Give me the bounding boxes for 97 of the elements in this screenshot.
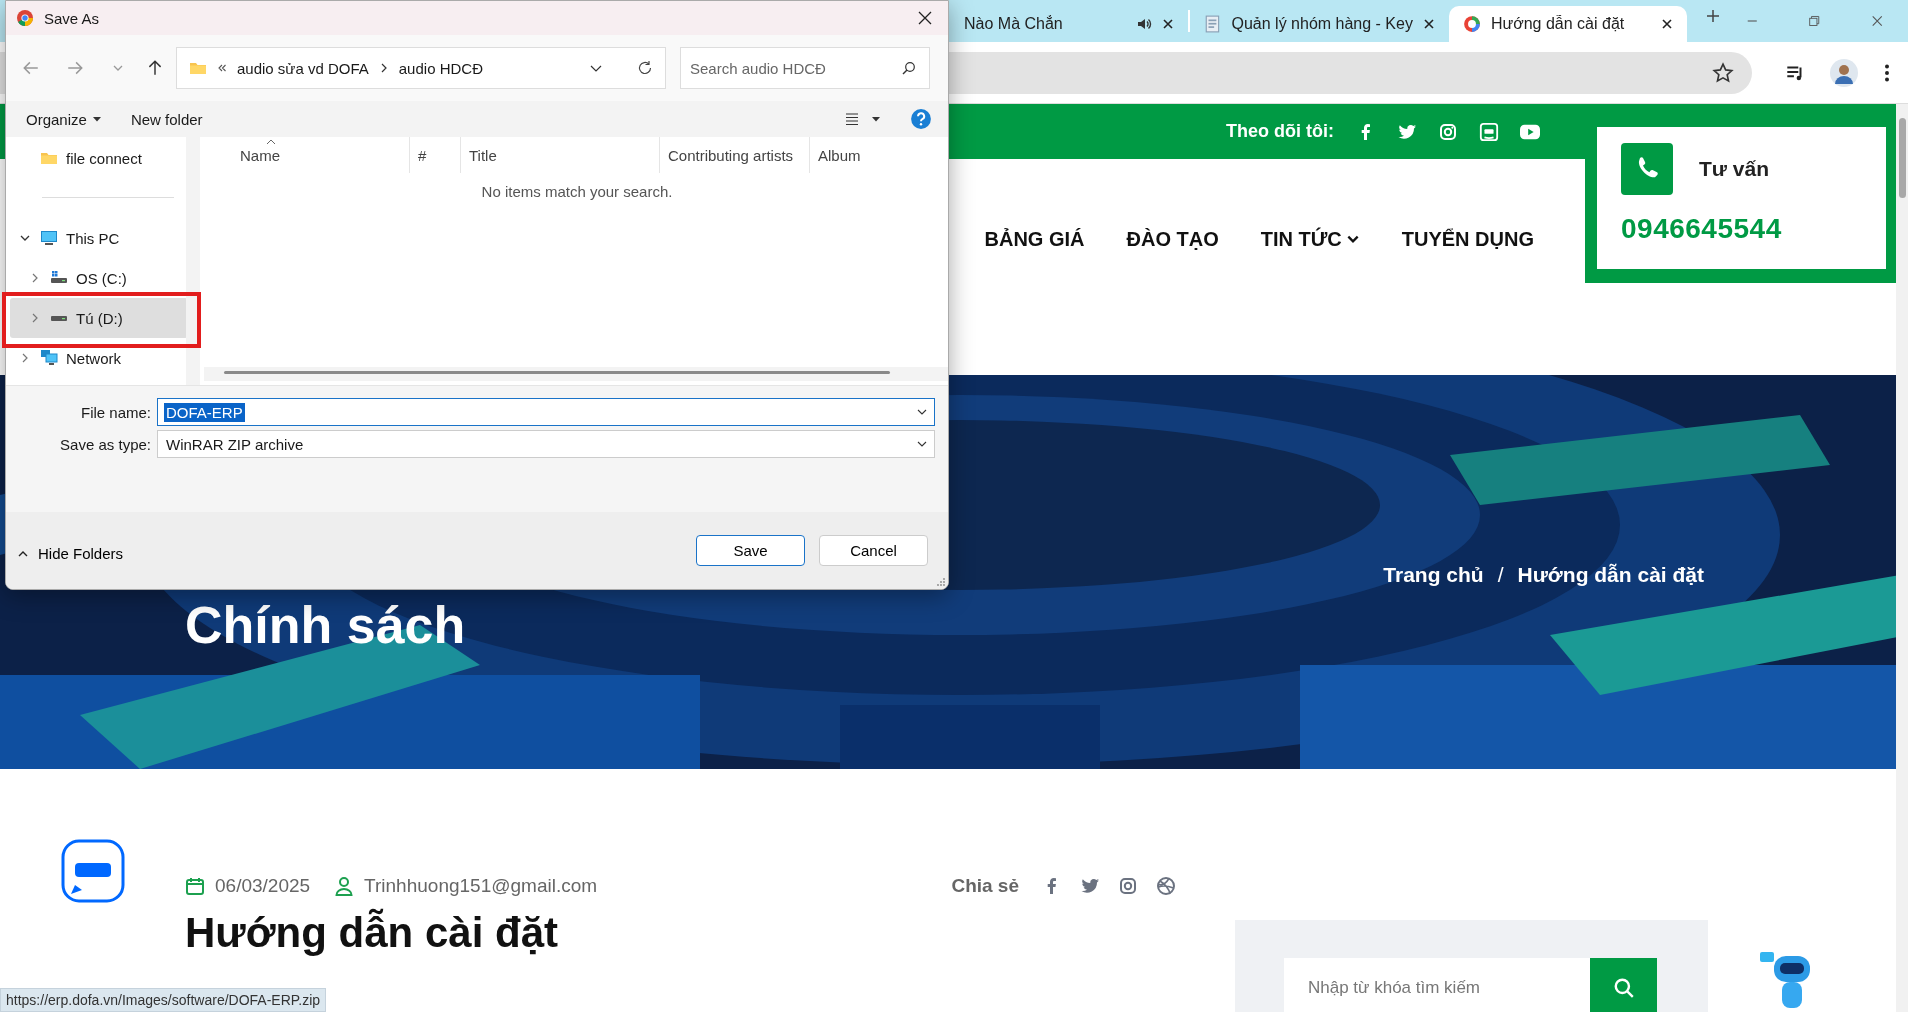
path-segment[interactable]: audio HDCĐ <box>398 59 483 77</box>
document-icon <box>1203 15 1222 33</box>
up-arrow-icon[interactable] <box>146 59 164 77</box>
phone-icon[interactable] <box>1621 143 1673 195</box>
folder-tree-label: Tú (D:) <box>76 309 123 327</box>
tab-title: Nào Mà Chẳn <box>964 15 1064 33</box>
close-icon[interactable] <box>1161 18 1174 30</box>
dialog-title: Save As <box>44 9 100 27</box>
status-bar-url: https://erp.dofa.vn/Images/software/DOFA-ERP.zip <box>0 988 327 1012</box>
close-icon[interactable] <box>1660 18 1673 30</box>
network-icon <box>40 349 58 367</box>
search-icon <box>902 61 916 75</box>
cancel-button[interactable]: Cancel <box>819 535 928 566</box>
chevron-right-icon[interactable] <box>20 353 30 363</box>
folder-tree-item[interactable]: Network <box>10 338 188 378</box>
browser-logo-icon <box>16 9 34 27</box>
column-header[interactable]: Title <box>461 137 660 173</box>
search-field[interactable]: Search audio HDCĐ <box>680 47 930 89</box>
phone-number-link[interactable]: 0946645544 <box>1621 213 1862 245</box>
hide-folders-button[interactable]: Hide Folders <box>16 545 124 562</box>
dribbble-icon[interactable] <box>1156 876 1176 896</box>
column-header[interactable]: Album <box>810 137 948 173</box>
chat-app-icon[interactable] <box>61 839 125 903</box>
path-bar[interactable]: audio sửa vd DOFA audio HDCĐ <box>176 47 666 89</box>
bookmark-star-icon[interactable] <box>1712 61 1734 84</box>
file-name-field[interactable]: DOFA-ERP <box>157 398 935 426</box>
column-header[interactable]: Name <box>204 137 410 173</box>
column-header[interactable]: Contributing artists <box>660 137 810 173</box>
drive-icon <box>51 315 67 321</box>
chevron-down-icon[interactable] <box>20 233 30 243</box>
sort-caret-icon <box>265 139 276 145</box>
close-icon[interactable] <box>1422 18 1435 30</box>
tab-title: Quản lý nhóm hàng - Key <box>1231 15 1413 33</box>
back-arrow-icon[interactable] <box>22 59 40 77</box>
breadcrumb-current: Hướng dẫn cài đặt <box>1517 563 1704 587</box>
search-field[interactable]: Nhập từ khóa tìm kiếm <box>1284 958 1590 1012</box>
chevron-right-icon[interactable] <box>30 273 40 283</box>
search-icon <box>1612 977 1635 999</box>
page-title: Chính sách <box>185 595 466 655</box>
forward-arrow-icon[interactable] <box>66 59 84 77</box>
breadcrumb-separator: / <box>1497 563 1504 587</box>
file-name-label: File name: <box>79 403 152 421</box>
profile-avatar-icon[interactable] <box>1830 58 1858 87</box>
list-view-icon[interactable] <box>844 111 860 127</box>
folder-tree-label: Network <box>66 349 121 367</box>
site-favicon-icon <box>1462 15 1481 33</box>
nav-link[interactable]: TUYỂN DỤNG <box>1401 227 1534 251</box>
caret-icon <box>92 115 101 123</box>
empty-message: No items match your search. <box>480 183 674 200</box>
refresh-icon[interactable] <box>637 60 653 76</box>
save-button[interactable]: Save <box>696 535 805 566</box>
nav-link[interactable]: BẢNG GIÁ <box>984 227 1085 251</box>
post-author: Trinhhuong151@gmail.com <box>364 875 598 897</box>
chevron-right-icon[interactable] <box>30 313 40 323</box>
browser-tab[interactable]: Hướng dẫn cài đặt <box>1448 6 1687 42</box>
folder-tree-item[interactable]: This PC <box>10 218 188 258</box>
file-type-dropdown[interactable]: WinRAR ZIP archive <box>157 430 935 458</box>
file-type-label: Save as type: <box>59 435 152 453</box>
folder-tree-item[interactable]: OS (C:) <box>10 258 188 298</box>
share-label: Chia sẻ <box>951 875 1019 897</box>
follow-label: Theo dõi tôi: <box>1226 121 1334 142</box>
twitter-icon[interactable] <box>1080 876 1100 896</box>
instagram-icon[interactable] <box>1438 121 1458 142</box>
browser-tab[interactable]: Nào Mà Chẳn <box>950 6 1188 42</box>
post-title: Hướng dẫn cài đặt <box>185 909 559 957</box>
path-segment[interactable]: audio sửa vd DOFA <box>237 59 369 77</box>
contact-label: Tư vấn <box>1699 157 1770 181</box>
calendar-icon <box>185 876 205 896</box>
resize-grip-icon[interactable] <box>936 577 946 587</box>
folder-tree-label: This PC <box>66 229 120 247</box>
organize-menu-button[interactable]: Organize <box>26 110 101 128</box>
new-tab-icon[interactable] <box>1704 8 1721 24</box>
column-header[interactable]: # <box>410 137 461 173</box>
double-chevron-icon[interactable] <box>217 63 227 73</box>
scrollbar-thumb[interactable] <box>224 371 890 374</box>
instagram-icon[interactable] <box>1118 876 1138 896</box>
breadcrumb-link[interactable]: Trang chủ <box>1383 563 1484 587</box>
post-date: 06/03/2025 <box>215 875 311 897</box>
restore-icon[interactable] <box>1807 13 1822 29</box>
scrollbar-thumb[interactable] <box>1899 118 1906 198</box>
folder-tree-label: OS (C:) <box>76 269 127 287</box>
nav-link[interactable]: ĐÀO TẠO <box>1126 227 1219 251</box>
nav-link[interactable]: TIN TỨC <box>1260 227 1360 251</box>
help-icon[interactable] <box>910 108 932 130</box>
folder-tree-item[interactable]: Tú (D:) <box>10 298 188 338</box>
chat-bubble-icon[interactable] <box>1479 121 1499 142</box>
search-button[interactable] <box>1590 958 1657 1012</box>
monitor-icon <box>40 229 58 247</box>
browser-tab[interactable]: Quản lý nhóm hàng - Key <box>1189 6 1449 42</box>
folder-tree-item[interactable]: file connect <box>10 138 188 178</box>
user-icon <box>334 876 355 896</box>
folder-tree-label: file connect <box>66 149 142 167</box>
close-icon[interactable] <box>918 11 932 25</box>
speaker-icon[interactable] <box>1135 16 1152 32</box>
caret-icon[interactable] <box>872 115 880 123</box>
tab-title: Hướng dẫn cài đặt <box>1490 15 1626 33</box>
new-folder-button[interactable]: New folder <box>130 110 203 128</box>
